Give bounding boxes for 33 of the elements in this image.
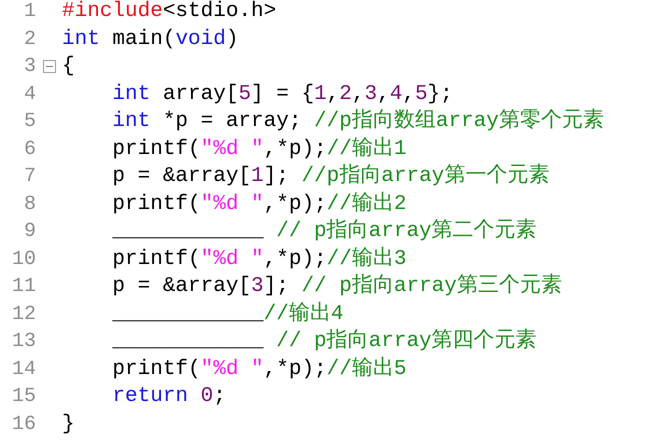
line-number: 11 [10,274,36,300]
code-line: p = &array[3]; // p指向array第三个元素 [111,273,562,300]
line-number: 10 [10,246,36,272]
line-number: 8 [22,192,36,218]
line-number: 4 [22,82,36,108]
code-line: ____________ // p指向array第二个元素 [111,218,537,245]
line-number: 3 [22,54,36,80]
line-number: 1 [22,0,36,25]
line-number: 14 [10,356,36,382]
code-line: ____________ // p指向array第四个元素 [111,328,537,355]
code-line: } [62,412,75,438]
collapse-icon[interactable] [42,60,56,74]
code-line: printf("%d ",*p);//输出2 [111,190,406,218]
code-line: p = &array[1]; //p指向array第一个元素 [111,163,550,190]
code-line: printf("%d ",*p);//输出3 [111,246,406,272]
code-line: { [62,54,75,80]
line-number: 12 [10,302,36,328]
code-line: printf("%d ",*p);//输出1 [111,136,406,162]
line-number: 9 [22,219,36,245]
line-number: 7 [22,164,36,190]
code-line: return 0; [111,384,226,410]
line-number: 6 [22,136,36,162]
line-number: 2 [22,26,36,52]
line-number: 15 [10,384,36,410]
code-line: ____________//输出4 [111,300,344,328]
line-number: 16 [10,412,36,438]
line-number: 13 [10,329,36,355]
code-line: int main(void) [62,26,238,52]
code-line: int *p = array; //p指向数组array第零个元素 [111,108,604,135]
code-line: printf("%d ",*p);//输出5 [111,356,406,382]
code-line: #include<stdio.h> [62,0,276,25]
code-line: int array[5] = {1,2,3,4,5}; [111,82,453,108]
line-number: 5 [22,109,36,135]
